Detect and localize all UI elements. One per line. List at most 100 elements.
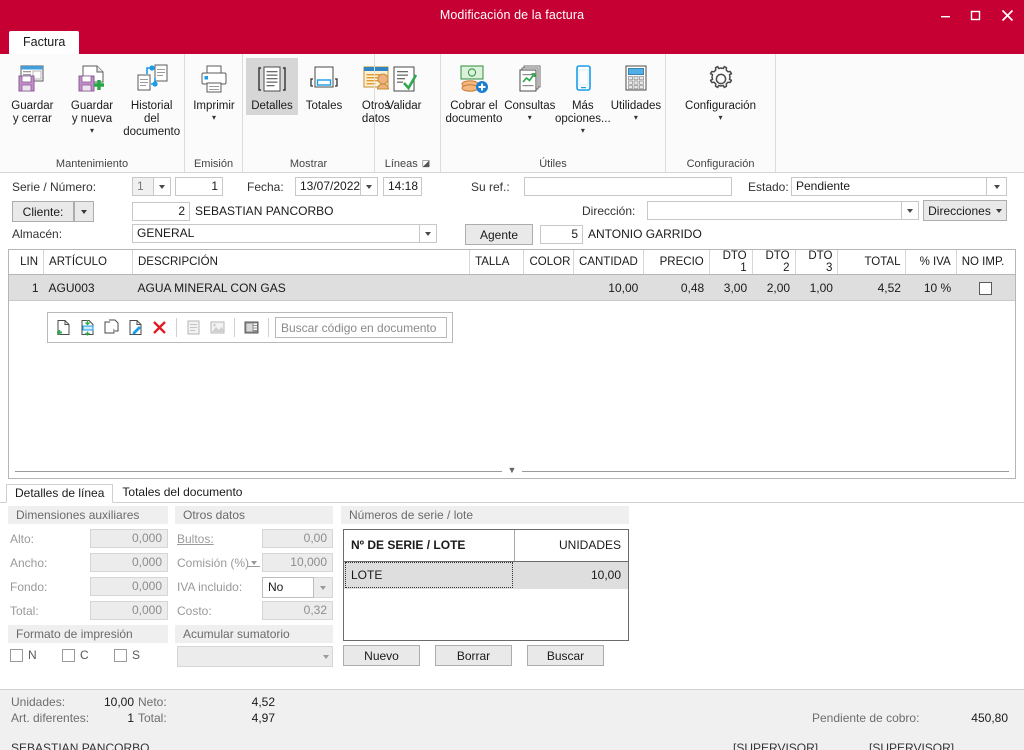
- direccion-dropdown-arrow[interactable]: [902, 201, 919, 220]
- ribbon-button-detalles[interactable]: Detalles: [246, 58, 298, 115]
- select-iva-incluido[interactable]: No: [262, 577, 314, 598]
- iva-incluido-dropdown-arrow[interactable]: [314, 577, 333, 598]
- ribbon-button-mas-opciones[interactable]: Más opciones... ▾: [555, 58, 611, 137]
- chevron-down-icon[interactable]: ▼: [501, 465, 523, 476]
- minimize-icon[interactable]: [930, 0, 960, 30]
- serie-input[interactable]: 1: [132, 177, 154, 196]
- estado-dropdown-arrow[interactable]: [987, 177, 1007, 196]
- maximize-icon[interactable]: [960, 0, 990, 30]
- fecha-input[interactable]: 13/07/2022: [295, 177, 361, 196]
- insert-line-icon[interactable]: [77, 317, 98, 338]
- tab-totales-del-documento[interactable]: Totales del documento: [113, 483, 251, 502]
- tab-factura[interactable]: Factura: [9, 31, 80, 54]
- close-icon[interactable]: [990, 0, 1024, 30]
- series-nuevo-button[interactable]: Nuevo: [343, 645, 420, 666]
- col-dto3[interactable]: DTO 3: [795, 250, 839, 275]
- input-total-dim[interactable]: 0,000: [90, 601, 168, 620]
- chevron-down-icon[interactable]: ▾: [718, 114, 722, 122]
- ribbon-button-cobrar-documento[interactable]: Cobrar el documento: [444, 58, 504, 128]
- cell-color: [523, 274, 574, 301]
- ribbon-button-label: Validar: [386, 100, 422, 112]
- col-precio[interactable]: PRECIO: [643, 250, 710, 275]
- cliente-dropdown-button[interactable]: [74, 201, 94, 222]
- checkbox-n[interactable]: [10, 648, 23, 662]
- check-c[interactable]: C: [62, 648, 89, 662]
- ribbon-button-totales[interactable]: Totales: [298, 58, 350, 115]
- serie-dropdown-arrow[interactable]: [154, 177, 171, 196]
- ribbon-button-guardar-y-nueva[interactable]: Guardar y nueva ▾: [62, 58, 123, 137]
- input-fondo[interactable]: 0,000: [90, 577, 168, 596]
- input-bultos[interactable]: 0,00: [262, 529, 333, 548]
- col-total[interactable]: TOTAL: [837, 250, 907, 275]
- col-articulo[interactable]: ARTÍCULO: [43, 250, 133, 275]
- direccion-label: Dirección:: [582, 204, 636, 218]
- col-talla[interactable]: TALLA: [469, 250, 525, 275]
- check-s-label: S: [132, 648, 141, 662]
- table-row[interactable]: 1 AGU003 AGUA MINERAL CON GAS 10,00 0,48…: [9, 274, 1015, 301]
- input-comision[interactable]: 10,000: [262, 553, 333, 572]
- almacen-select[interactable]: GENERAL: [132, 224, 420, 243]
- ribbon-button-utilidades[interactable]: Utilidades ▾: [610, 58, 662, 124]
- numero-input[interactable]: 1: [175, 177, 223, 196]
- ribbon-button-guardar-y-cerrar[interactable]: Guardar y cerrar: [3, 58, 62, 128]
- no-imp-checkbox[interactable]: [979, 281, 993, 295]
- col-descripcion[interactable]: DESCRIPCIÓN: [132, 250, 471, 275]
- series-row[interactable]: LOTE 10,00: [344, 561, 628, 589]
- input-alto[interactable]: 0,000: [90, 529, 168, 548]
- col-lin[interactable]: LIN: [9, 250, 45, 275]
- almacen-dropdown-arrow[interactable]: [420, 224, 437, 243]
- cliente-button[interactable]: Cliente:: [12, 201, 74, 222]
- art-diferentes-label: Art. diferentes:: [11, 711, 90, 725]
- chevron-down-icon[interactable]: ▾: [581, 127, 585, 135]
- ribbon-button-configuracion[interactable]: Configuración ▾: [675, 58, 767, 124]
- footer-role-2: [SUPERVISOR]: [869, 741, 955, 750]
- edit-line-icon[interactable]: [125, 317, 146, 338]
- search-code-input[interactable]: Buscar código en documento: [275, 317, 447, 338]
- direccion-select[interactable]: [647, 201, 902, 220]
- chevron-down-icon[interactable]: ▾: [634, 114, 638, 122]
- columns-icon[interactable]: [241, 317, 262, 338]
- input-costo[interactable]: 0,32: [262, 601, 333, 620]
- series-borrar-button[interactable]: Borrar: [435, 645, 512, 666]
- series-cell-unidades[interactable]: 10,00: [514, 561, 628, 589]
- tab-detalles-de-linea[interactable]: Detalles de línea: [6, 484, 114, 503]
- checkbox-c[interactable]: [62, 648, 75, 662]
- ribbon-button-imprimir[interactable]: Imprimir ▾: [188, 58, 240, 124]
- ribbon-button-consultas[interactable]: Consultas ▾: [504, 58, 556, 124]
- select-acumular-sumatorio[interactable]: [177, 646, 333, 667]
- series-cell-serie[interactable]: LOTE: [344, 561, 514, 589]
- input-ancho[interactable]: 0,000: [90, 553, 168, 572]
- col-dto1[interactable]: DTO 1: [709, 250, 753, 275]
- col-color[interactable]: COLOR: [523, 250, 574, 275]
- fecha-dropdown-arrow[interactable]: [361, 177, 378, 196]
- check-n[interactable]: N: [10, 648, 37, 662]
- gear-icon: [705, 61, 737, 97]
- estado-select[interactable]: Pendiente: [791, 177, 987, 196]
- col-dto2[interactable]: DTO 2: [752, 250, 796, 275]
- hora-input[interactable]: 14:18: [383, 177, 422, 196]
- series-buscar-button[interactable]: Buscar: [527, 645, 604, 666]
- dialog-launcher-icon[interactable]: ◪: [422, 158, 431, 169]
- agente-button[interactable]: Agente: [465, 224, 533, 245]
- ribbon-button-historial-documento[interactable]: Historial del documento: [122, 58, 181, 141]
- col-iva[interactable]: % IVA: [905, 250, 957, 275]
- collapse-panel-handle[interactable]: ▼: [9, 465, 1015, 476]
- col-cantidad[interactable]: CANTIDAD: [573, 250, 644, 275]
- ribbon-button-validar[interactable]: Validar: [378, 58, 430, 115]
- new-line-icon[interactable]: [53, 317, 74, 338]
- agente-code-input[interactable]: 5: [540, 225, 583, 244]
- chevron-down-icon[interactable]: ▾: [90, 127, 94, 135]
- copy-line-icon[interactable]: [101, 317, 122, 338]
- chevron-down-icon[interactable]: ▾: [212, 114, 216, 122]
- footer-bar: SEBASTIAN PANCORBO [SUPERVISOR] [SUPERVI…: [0, 731, 1024, 750]
- cliente-code-input[interactable]: 2: [132, 202, 190, 221]
- ribbon-group-lineas: Validar Líneas ◪: [374, 54, 440, 172]
- comision-dropdown-arrow[interactable]: [251, 561, 257, 565]
- su-ref-input[interactable]: [524, 177, 732, 196]
- direcciones-button[interactable]: Direcciones: [923, 200, 1007, 221]
- checkbox-s[interactable]: [114, 648, 127, 662]
- check-s[interactable]: S: [114, 648, 140, 662]
- delete-line-icon[interactable]: [149, 317, 170, 338]
- chevron-down-icon[interactable]: ▾: [528, 114, 532, 122]
- col-noimp[interactable]: NO IMP.: [956, 250, 1015, 275]
